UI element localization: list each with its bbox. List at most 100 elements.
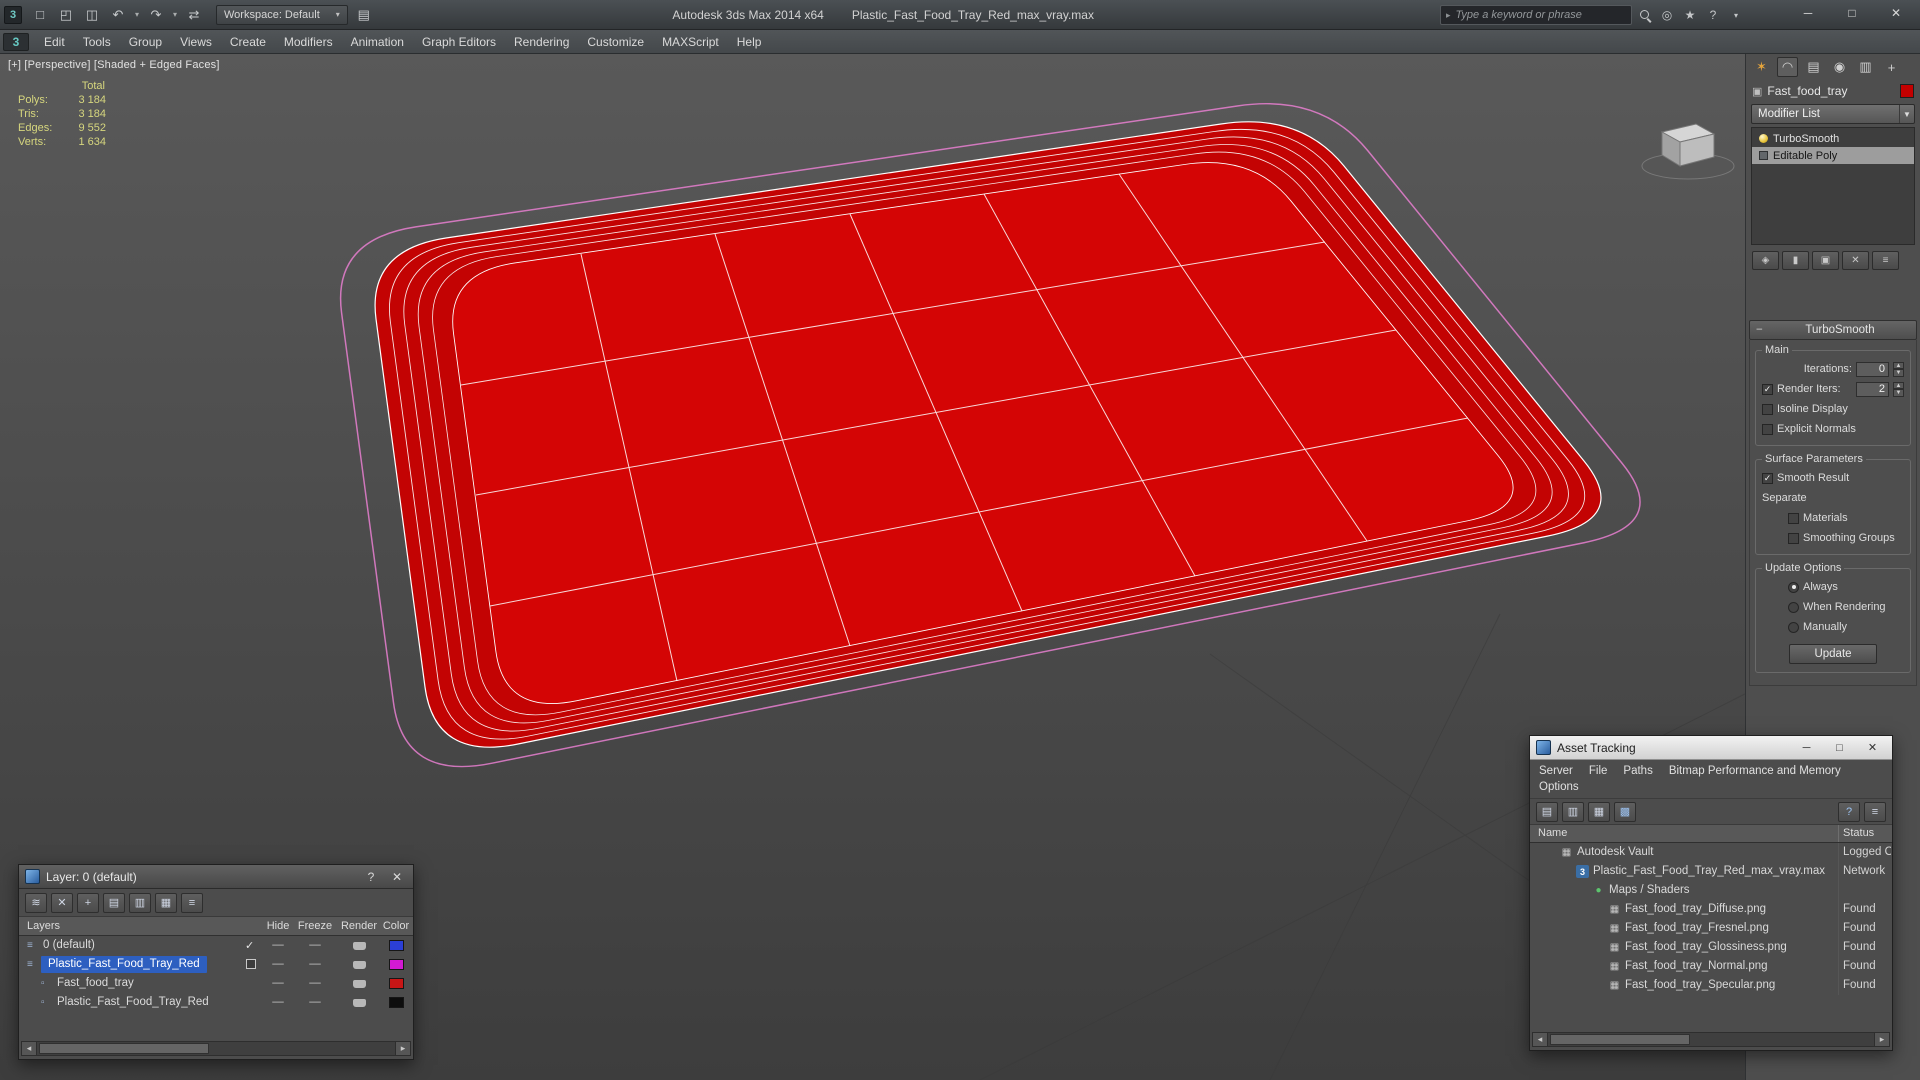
open-file-icon[interactable]: ◰ xyxy=(54,4,78,26)
create-new-layer-icon[interactable]: ≋ xyxy=(25,892,47,913)
undo-dropdown-icon[interactable]: ▾ xyxy=(132,10,142,19)
details-view-icon[interactable]: ▦ xyxy=(1588,801,1610,822)
search-arrow-icon[interactable]: ▸ xyxy=(1446,10,1451,21)
menu-group[interactable]: Group xyxy=(120,30,171,53)
always-radio[interactable] xyxy=(1788,581,1799,593)
close-icon[interactable]: ✕ xyxy=(387,868,407,886)
collapse-icon[interactable]: − xyxy=(1756,324,1766,336)
render-iters-checkbox[interactable]: ✓ xyxy=(1762,383,1773,395)
display-tab-icon[interactable]: ▥ xyxy=(1855,57,1876,77)
configure-modifier-sets-icon[interactable]: ≡ xyxy=(1872,251,1899,270)
layer-icon[interactable]: ≡ xyxy=(27,959,33,970)
help-icon[interactable]: ? xyxy=(1705,8,1721,22)
remove-modifier-icon[interactable]: ✕ xyxy=(1842,251,1869,270)
new-scene-icon[interactable]: □ xyxy=(28,4,52,26)
workspace-settings-icon[interactable]: ▤ xyxy=(352,4,376,26)
when-rendering-radio[interactable] xyxy=(1788,601,1799,613)
modifier-list-dropdown[interactable]: Modifier List ▼ xyxy=(1751,104,1915,124)
redo-dropdown-icon[interactable]: ▾ xyxy=(170,10,180,19)
pin-stack-icon[interactable]: ◈ xyxy=(1752,251,1779,270)
iterations-spinner[interactable]: ▲ ▼ xyxy=(1893,361,1904,377)
layer-color-swatch[interactable] xyxy=(389,978,404,989)
minimize-icon[interactable]: ─ xyxy=(1793,739,1820,757)
menu-tools[interactable]: Tools xyxy=(74,30,120,53)
object-icon[interactable]: ▫ xyxy=(41,978,45,989)
menu-file[interactable]: File xyxy=(1589,764,1608,779)
scroll-right-icon[interactable]: ▸ xyxy=(395,1042,410,1055)
close-icon[interactable]: ✕ xyxy=(1859,739,1886,757)
stack-item-editable-poly[interactable]: Editable Poly xyxy=(1752,147,1914,164)
table-view-icon[interactable]: ▩ xyxy=(1614,801,1636,822)
search-icon[interactable] xyxy=(1639,9,1652,22)
menu-edit[interactable]: Edit xyxy=(35,30,74,53)
layer-row-plastic-tray-object[interactable]: ▫ Plastic_Fast_Food_Tray_Red — — xyxy=(19,993,413,1012)
stack-item-turbosmooth[interactable]: TurboSmooth xyxy=(1752,130,1914,147)
renderable-icon[interactable] xyxy=(353,980,366,988)
renderable-icon[interactable] xyxy=(353,999,366,1007)
menu-create[interactable]: Create xyxy=(221,30,275,53)
menu-maxscript[interactable]: MAXScript xyxy=(653,30,728,53)
smooth-result-checkbox[interactable]: ✓ xyxy=(1762,472,1773,484)
layer-row-default[interactable]: ≡ 0 (default) ✓ — — xyxy=(19,936,413,955)
delete-layer-icon[interactable]: ✕ xyxy=(51,892,73,913)
minimize-button[interactable]: ─ xyxy=(1786,0,1830,26)
render-iters-spinner[interactable]: ▲ ▼ xyxy=(1893,381,1904,397)
menu-options[interactable]: Options xyxy=(1539,780,1579,795)
menu-modifiers[interactable]: Modifiers xyxy=(275,30,342,53)
create-tab-icon[interactable]: ✶ xyxy=(1751,57,1772,77)
renderable-icon[interactable] xyxy=(353,942,366,950)
asset-row-normal[interactable]: ▦ Fast_food_tray_Normal.png Found xyxy=(1530,957,1892,976)
asset-row-diffuse[interactable]: ▦ Fast_food_tray_Diffuse.png Found xyxy=(1530,900,1892,919)
menu-help[interactable]: Help xyxy=(728,30,771,53)
workspace-dropdown[interactable]: Workspace: Default ▾ xyxy=(216,4,348,25)
layer-color-swatch[interactable] xyxy=(389,997,404,1008)
manually-radio[interactable] xyxy=(1788,621,1799,633)
viewcube[interactable] xyxy=(1641,123,1735,180)
menu-server[interactable]: Server xyxy=(1539,764,1573,779)
select-highlighted-icon[interactable]: ▤ xyxy=(103,892,125,913)
iterations-field[interactable]: 0 xyxy=(1856,361,1889,377)
asset-row-vault[interactable]: ▦ Autodesk Vault Logged O xyxy=(1530,843,1892,862)
asset-row-glossiness[interactable]: ▦ Fast_food_tray_Glossiness.png Found xyxy=(1530,938,1892,957)
materials-checkbox[interactable] xyxy=(1788,512,1799,524)
tray-model[interactable] xyxy=(339,102,1641,768)
maximize-button[interactable]: □ xyxy=(1830,0,1874,26)
layer-color-swatch[interactable] xyxy=(389,940,404,951)
menu-rendering[interactable]: Rendering xyxy=(505,30,578,53)
set-current-box[interactable] xyxy=(246,959,256,969)
layer-row-fast-food-tray[interactable]: ▫ Fast_food_tray — — xyxy=(19,974,413,993)
save-file-icon[interactable]: ◫ xyxy=(80,4,104,26)
menu-bitmap-performance[interactable]: Bitmap Performance and Memory xyxy=(1669,764,1841,779)
menu-paths[interactable]: Paths xyxy=(1623,764,1652,779)
utilities-tab-icon[interactable]: + xyxy=(1881,57,1902,77)
modify-tab-icon[interactable]: ◠ xyxy=(1777,57,1798,77)
hide-unhide-all-icon[interactable]: ≡ xyxy=(181,892,203,913)
menu-views[interactable]: Views xyxy=(171,30,221,53)
layer-icon[interactable]: ≡ xyxy=(27,940,33,951)
close-button[interactable]: ✕ xyxy=(1874,0,1918,26)
motion-tab-icon[interactable]: ◉ xyxy=(1829,57,1850,77)
help-icon[interactable]: ? xyxy=(361,868,381,886)
viewport-label[interactable]: [+] [Perspective] [Shaded + Edged Faces] xyxy=(8,59,220,71)
modifier-enabled-bulb-icon[interactable] xyxy=(1759,134,1768,143)
scroll-right-icon[interactable]: ▸ xyxy=(1874,1033,1889,1046)
hierarchy-tab-icon[interactable]: ▤ xyxy=(1803,57,1824,77)
current-layer-check-icon[interactable]: ✓ xyxy=(245,939,254,952)
help-icon[interactable]: ? xyxy=(1838,801,1860,822)
settings-icon[interactable]: ≡ xyxy=(1864,801,1886,822)
update-button[interactable]: Update xyxy=(1789,644,1877,664)
menu-animation[interactable]: Animation xyxy=(342,30,413,53)
favorites-star-icon[interactable]: ★ xyxy=(1682,8,1698,22)
communication-center-icon[interactable]: ◎ xyxy=(1659,8,1675,22)
object-color-swatch[interactable] xyxy=(1900,84,1914,98)
layer-row-plastic-tray[interactable]: ≡ Plastic_Fast_Food_Tray_Red — — xyxy=(19,955,413,974)
asset-row-fresnel[interactable]: ▦ Fast_food_tray_Fresnel.png Found xyxy=(1530,919,1892,938)
highlight-selected-layer-icon[interactable]: ▦ xyxy=(155,892,177,913)
horizontal-scrollbar[interactable]: ◂ ▸ xyxy=(1532,1032,1890,1047)
horizontal-scrollbar[interactable]: ◂ ▸ xyxy=(21,1041,411,1056)
search-box[interactable]: ▸ xyxy=(1440,5,1632,25)
renderable-icon[interactable] xyxy=(353,961,366,969)
make-unique-icon[interactable]: ▣ xyxy=(1812,251,1839,270)
render-iters-field[interactable]: 2 xyxy=(1856,381,1889,397)
redo-icon[interactable]: ↷ xyxy=(144,4,168,26)
